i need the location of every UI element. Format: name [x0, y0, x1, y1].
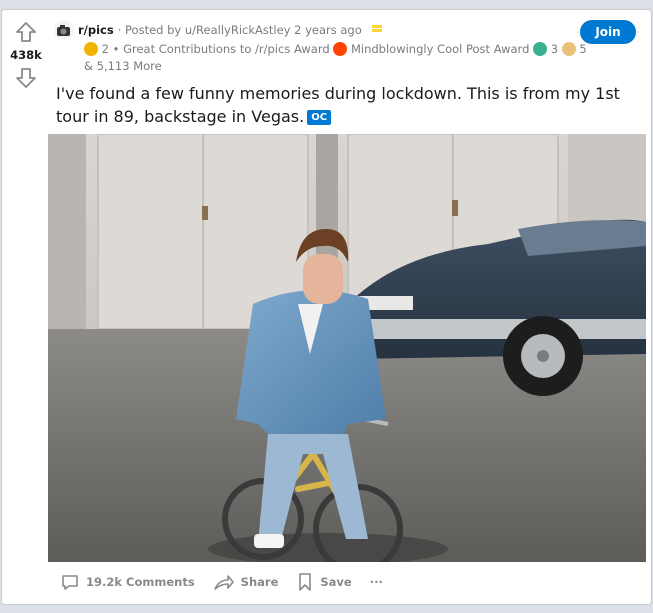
post-actions: 19.2k Comments Share Save ··· — [60, 572, 383, 592]
award-name-2: Mindblowingly Cool Post Award — [350, 42, 530, 56]
upvote-icon[interactable] — [14, 20, 38, 44]
post-card[interactable]: 438k r/pics · Posted by u/ReallyRickAstl… — [1, 9, 652, 605]
vote-count: 438k — [10, 48, 42, 62]
wholesome-award-icon — [533, 42, 548, 56]
awards-row[interactable]: 2 • Great Contributions to /r/pics Award… — [84, 41, 587, 58]
share-icon — [213, 575, 234, 590]
post-title[interactable]: I've found a few funny memories during l… — [56, 82, 636, 128]
comments-label: 19.2k Comments — [86, 575, 195, 589]
post-meta: r/pics · Posted by u/ReallyRickAstley 2 … — [54, 20, 587, 75]
award-badge-icon — [371, 25, 382, 32]
subreddit-icon[interactable] — [54, 20, 74, 40]
comment-icon — [62, 575, 78, 590]
rocket-like-award-icon — [84, 42, 98, 56]
more-awards-link[interactable]: & 5,113 More — [84, 59, 162, 73]
share-button[interactable]: Share — [213, 572, 279, 592]
award-count-4: 5 — [579, 42, 587, 56]
post-photo-illustration — [48, 134, 646, 562]
comments-button[interactable]: 19.2k Comments — [60, 572, 195, 592]
join-button[interactable]: Join — [580, 20, 636, 44]
posted-by[interactable]: · Posted by u/ReallyRickAstley 2 years a… — [118, 22, 362, 39]
post-title-text: I've found a few funny memories during l… — [56, 84, 620, 126]
oc-flair[interactable]: OC — [307, 110, 332, 125]
award-separator: • — [112, 42, 120, 56]
more-options-button[interactable]: ··· — [370, 575, 383, 589]
subreddit-link[interactable]: r/pics — [78, 22, 114, 39]
more-options-icon: ··· — [369, 575, 383, 589]
downvote-icon[interactable] — [14, 66, 38, 90]
mindblown-award-icon — [333, 42, 348, 56]
save-label: Save — [320, 575, 352, 589]
award-count-1: 2 — [101, 42, 109, 56]
helpful-award-icon — [561, 42, 576, 56]
award-count-3: 3 — [550, 42, 559, 56]
bookmark-icon — [299, 573, 312, 591]
share-label: Share — [240, 575, 279, 589]
post-content: r/pics · Posted by u/ReallyRickAstley 2 … — [48, 10, 651, 604]
vote-column: 438k — [2, 10, 50, 604]
post-image[interactable] — [48, 134, 646, 562]
award-name-1: Great Contributions to /r/pics Award — [123, 42, 330, 56]
save-button[interactable]: Save — [296, 572, 352, 592]
